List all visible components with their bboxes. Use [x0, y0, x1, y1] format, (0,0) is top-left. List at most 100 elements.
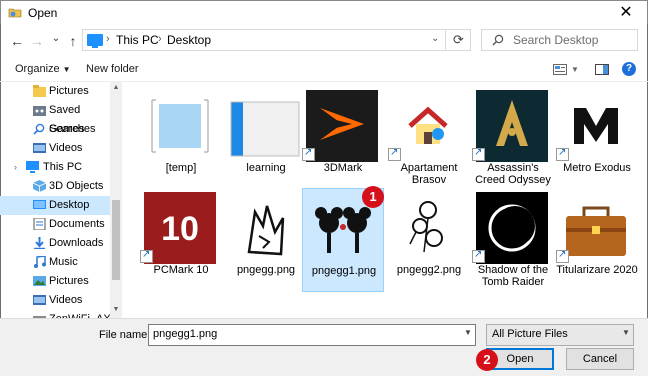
sidebar-item-label: Documents	[49, 218, 105, 230]
sidebar-item-label: Videos	[49, 142, 83, 154]
filename-field[interactable]: pngegg1.png	[148, 324, 476, 346]
sidebar-item-label: ZenWiFi_AX	[49, 310, 111, 318]
breadcrumb-separator: ›	[158, 33, 162, 45]
sidebar-item-music[interactable]: Music	[0, 253, 110, 272]
sidebar-item-documents[interactable]: Documents	[0, 215, 110, 234]
file-item--temp-[interactable]: [temp]	[140, 86, 222, 190]
sidebar-item-this-pc[interactable]: › This PC	[0, 158, 110, 177]
file-item-label: learning	[246, 162, 286, 174]
file-item-pngegg-png[interactable]: pngegg.png	[225, 188, 307, 292]
pcmark-thumbnail-icon: 10	[144, 192, 216, 264]
documents-icon	[33, 218, 46, 230]
file-item-label: Shadow of the Tomb Raider	[477, 264, 549, 288]
new-folder-button[interactable]: New folder	[86, 63, 139, 75]
sidebar-scrollbar[interactable]: ▲ ▼	[110, 82, 122, 318]
back-button[interactable]: ←	[8, 32, 26, 50]
search-icon	[492, 34, 504, 46]
organize-label: Organize	[15, 63, 60, 75]
preview-pane-icon[interactable]	[595, 64, 609, 75]
search-icon	[33, 123, 45, 135]
cancel-button[interactable]: Cancel	[566, 348, 634, 370]
sidebar-item-label: Pictures	[49, 275, 89, 287]
window-title: Open	[28, 6, 58, 20]
videos-icon	[33, 295, 46, 305]
breadcrumb-desktop[interactable]: Desktop	[167, 33, 211, 47]
file-item-label: Apartament Brasov	[400, 162, 458, 186]
file-type-select[interactable]: All Picture Files	[486, 324, 634, 346]
chevron-right-icon[interactable]: ›	[14, 158, 17, 177]
sidebar-item-desktop[interactable]: Desktop	[0, 196, 110, 215]
scroll-down-icon[interactable]: ▼	[110, 306, 122, 313]
file-item-pcmark-10[interactable]: 10 PCMark 10	[140, 188, 222, 292]
this-pc-icon	[87, 34, 103, 48]
sidebar-item-downloads[interactable]: Downloads	[0, 234, 110, 253]
search-box[interactable]: Search Desktop	[481, 29, 638, 51]
breadcrumb-this-pc[interactable]: This PC	[116, 33, 159, 47]
shortcut-arrow-icon	[556, 249, 569, 263]
filename-label: File name:	[99, 329, 151, 341]
shortcut-arrow-icon	[556, 147, 569, 161]
address-bar[interactable]: › This PC › Desktop ⌄	[82, 29, 471, 51]
file-item-label: pngegg2.png	[396, 264, 462, 276]
file-item-label: pngegg.png	[236, 264, 296, 276]
file-item-label: Titularizare 2020	[556, 264, 638, 276]
file-item-pngegg2-png[interactable]: pngegg2.png	[388, 188, 470, 292]
dialog-footer: File name: pngegg1.png ▼ All Picture Fil…	[0, 318, 648, 376]
chevron-down-icon[interactable]: ▼	[464, 328, 472, 337]
videos-icon	[33, 143, 46, 153]
command-bar: Organize ▼ New folder ▼ ?	[0, 58, 648, 82]
sidebar-item-searches[interactable]: Searches	[0, 120, 110, 139]
eclipse-thumbnail-icon	[476, 192, 548, 264]
organize-button[interactable]: Organize ▼	[15, 63, 71, 75]
sidebar-item-label: Videos	[49, 294, 83, 306]
pictures-icon	[33, 276, 46, 286]
forward-button[interactable]: →	[28, 32, 46, 50]
file-item-learning[interactable]: learning	[225, 86, 307, 190]
refresh-button[interactable]: ⟳	[445, 29, 471, 51]
svg-text:10: 10	[161, 210, 199, 248]
file-item-label: 3DMark	[323, 162, 363, 174]
scrollbar-thumb[interactable]	[112, 200, 120, 280]
download-icon	[34, 237, 45, 249]
sidebar-item-videos[interactable]: Videos	[0, 291, 110, 310]
shortcut-arrow-icon	[302, 147, 315, 161]
sidebar-item-zenwifi-ax[interactable]: ZenWiFi_AX	[0, 310, 111, 318]
file-item-apartament-brasov[interactable]: Apartament Brasov	[388, 86, 470, 190]
title-bar: Open ✕	[0, 0, 648, 24]
chevron-down-icon[interactable]: ⌄	[431, 33, 439, 44]
chevron-down-icon[interactable]: ▼	[622, 328, 630, 337]
view-options-icon[interactable]	[553, 64, 567, 75]
sidebar-item-pictures[interactable]: Pictures	[0, 82, 110, 101]
folder-icon	[33, 85, 46, 97]
file-item-3dmark[interactable]: 3DMark	[302, 86, 384, 190]
saved-games-icon	[33, 106, 46, 116]
up-button[interactable]: ↑	[64, 32, 82, 50]
sidebar-item-label: Music	[49, 256, 78, 268]
sidebar-item-label: Desktop	[49, 199, 90, 211]
scroll-up-icon[interactable]: ▲	[110, 84, 122, 91]
sidebar-item-videos[interactable]: Videos	[0, 139, 110, 158]
file-item-metro-exodus[interactable]: Metro Exodus	[556, 86, 638, 190]
empty-folder-thumbnail-icon	[150, 98, 210, 154]
file-item-shadow-of-the-tomb-raider[interactable]: Shadow of the Tomb Raider	[472, 188, 554, 292]
sidebar-item-pictures[interactable]: Pictures	[0, 272, 110, 291]
close-icon[interactable]: ✕	[611, 2, 641, 24]
sidebar-item-saved-games[interactable]: Saved Games	[0, 101, 110, 135]
file-item-titularizare-2020[interactable]: Titularizare 2020	[556, 188, 638, 292]
caret-down-icon[interactable]: ▼	[571, 65, 579, 74]
step-badge-2: 2	[476, 349, 498, 371]
file-item-label: PCMark 10	[153, 264, 209, 276]
3dmark-thumbnail-icon	[306, 90, 378, 162]
file-item-assassin-s-creed-odyssey[interactable]: Assassin's Creed Odyssey	[472, 86, 554, 190]
help-icon[interactable]: ?	[622, 62, 636, 76]
step-badge-1: 1	[362, 186, 384, 208]
navigation-pane: Pictures Saved Games Searches Videos › This P…	[0, 82, 122, 318]
shortcut-arrow-icon	[388, 147, 401, 161]
search-input[interactable]: Search Desktop	[513, 33, 598, 47]
file-item-label: Metro Exodus	[563, 162, 631, 174]
sidebar-item-3d-objects[interactable]: 3D Objects	[0, 177, 110, 196]
recent-locations-button[interactable]: ⌄	[47, 30, 65, 48]
cube-icon	[33, 180, 46, 192]
sidebar-item-label: 3D Objects	[49, 180, 104, 192]
monitor-icon	[26, 161, 39, 173]
